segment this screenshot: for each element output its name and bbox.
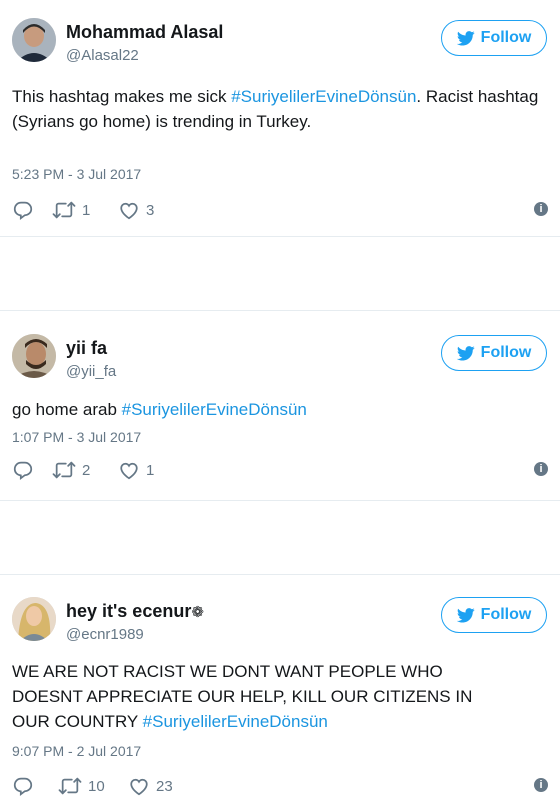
tweet-text-part: OUR COUNTRY: [12, 712, 143, 731]
tweet-text-part: go home arab: [12, 400, 122, 419]
tweet-card: Mohammad Alasal @Alasal22 Follow This ha…: [0, 0, 560, 236]
like-count: 3: [146, 201, 155, 219]
retweet-icon: [52, 201, 76, 219]
reply-icon: [13, 461, 33, 480]
retweet-icon: [58, 777, 82, 795]
info-icon[interactable]: i: [534, 202, 548, 216]
tweet-actions: 1 3 i: [12, 198, 548, 222]
like-count: 23: [156, 777, 173, 795]
like-count: 1: [146, 461, 155, 479]
display-name[interactable]: yii fa: [66, 338, 107, 359]
avatar[interactable]: [12, 334, 56, 378]
tweet-timestamp[interactable]: 1:07 PM - 3 Jul 2017: [12, 429, 141, 445]
tweet-card: yii fa @yii_fa Follow go home arab #Suri…: [0, 311, 560, 500]
retweet-button[interactable]: 2: [52, 458, 90, 482]
tweet-timestamp[interactable]: 9:07 PM - 2 Jul 2017: [12, 743, 141, 759]
tweet-text: This hashtag makes me sick #SuriyelilerE…: [12, 84, 552, 134]
retweet-button[interactable]: 10: [58, 774, 105, 798]
divider: [0, 236, 560, 311]
tweet-card: hey it's ecenur❁ @ecnr1989 Follow WE ARE…: [0, 575, 560, 808]
retweet-button[interactable]: 1: [52, 198, 90, 222]
tweet-timestamp[interactable]: 5:23 PM - 3 Jul 2017: [12, 166, 141, 182]
retweet-count: 2: [82, 461, 91, 479]
user-avatar-icon: [12, 334, 56, 378]
reply-icon: [13, 777, 33, 796]
retweet-count: 1: [82, 201, 91, 219]
hashtag-link[interactable]: #SuriyelilerEvineDönsün: [231, 87, 416, 106]
tweet-text-part: . Racist hashtag: [416, 87, 539, 106]
user-avatar-icon: [12, 597, 56, 641]
like-icon: [130, 778, 148, 796]
like-icon: [120, 202, 138, 220]
tweet-text-part: (Syrians go home) is trending in Turkey.: [12, 112, 312, 131]
display-name[interactable]: Mohammad Alasal: [66, 22, 223, 43]
like-button[interactable]: 1: [118, 458, 154, 482]
avatar[interactable]: [12, 597, 56, 641]
reply-button[interactable]: [12, 458, 34, 482]
info-icon[interactable]: i: [534, 778, 548, 792]
tweet-text-part: DOESNT APPRECIATE OUR HELP, KILL OUR CIT…: [12, 687, 473, 706]
tweet-text-part: This hashtag makes me sick: [12, 87, 232, 106]
tweet-actions: 10 23 i: [12, 774, 548, 798]
follow-label: Follow: [480, 29, 532, 46]
tweet-text-part: WE ARE NOT RACIST WE DONT WANT PEOPLE WH…: [12, 662, 443, 681]
tweet-actions: 2 1 i: [12, 458, 548, 482]
twitter-bird-icon: [456, 607, 475, 623]
reply-icon: [13, 201, 33, 220]
user-avatar-icon: [12, 18, 56, 62]
avatar[interactable]: [12, 18, 56, 62]
follow-button[interactable]: Follow: [441, 597, 547, 633]
like-button[interactable]: 3: [118, 198, 154, 222]
reply-button[interactable]: [12, 774, 34, 798]
twitter-bird-icon: [456, 345, 475, 361]
display-name[interactable]: hey it's ecenur❁: [66, 601, 204, 622]
flower-emoji: ❁: [191, 604, 204, 621]
user-handle[interactable]: @Alasal22: [66, 47, 139, 64]
divider: [0, 500, 560, 575]
follow-button[interactable]: Follow: [441, 335, 547, 371]
twitter-bird-icon: [456, 30, 475, 46]
user-handle[interactable]: @ecnr1989: [66, 626, 144, 643]
follow-label: Follow: [480, 344, 532, 361]
hashtag-link[interactable]: #SuriyelilerEvineDönsün: [143, 712, 328, 731]
follow-label: Follow: [480, 606, 532, 623]
follow-button[interactable]: Follow: [441, 20, 547, 56]
retweet-icon: [52, 461, 76, 479]
user-handle[interactable]: @yii_fa: [66, 363, 116, 380]
retweet-count: 10: [88, 777, 105, 795]
hashtag-link[interactable]: #SuriyelilerEvineDönsün: [122, 400, 307, 419]
tweet-feed: Mohammad Alasal @Alasal22 Follow This ha…: [0, 0, 560, 808]
display-name-text: hey it's ecenur: [66, 601, 192, 621]
reply-button[interactable]: [12, 198, 34, 222]
like-icon: [120, 462, 138, 480]
tweet-text: WE ARE NOT RACIST WE DONT WANT PEOPLE WH…: [12, 659, 552, 734]
info-icon[interactable]: i: [534, 462, 548, 476]
like-button[interactable]: 23: [128, 774, 173, 798]
tweet-text: go home arab #SuriyelilerEvineDönsün: [12, 397, 552, 422]
